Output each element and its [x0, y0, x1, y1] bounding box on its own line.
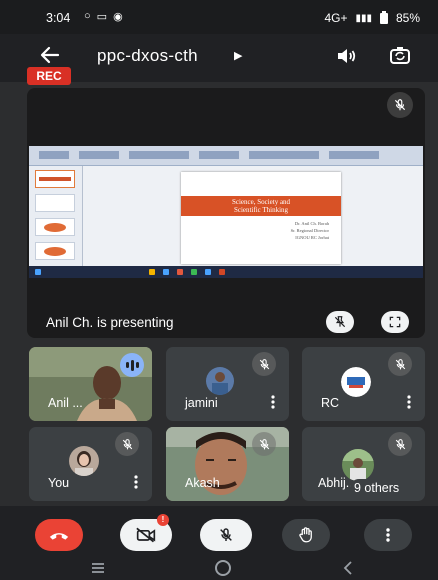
slide-thumbnails: [29, 166, 83, 266]
participant-name: RC: [321, 396, 340, 410]
more-vert-icon[interactable]: [406, 394, 412, 410]
slide-author-line: Sr. Regional Director: [290, 228, 329, 233]
raise-hand-button[interactable]: [282, 519, 330, 551]
participant-tile[interactable]: jamini: [166, 347, 289, 421]
mic-toggle-button[interactable]: [200, 519, 252, 551]
battery-icon: [379, 10, 388, 24]
slide-title-line: Science, Society and: [231, 198, 291, 206]
message-icon: ▭: [96, 11, 108, 23]
camera-off-icon: [136, 527, 156, 543]
end-call-button[interactable]: [35, 519, 83, 551]
status-time: 3:04: [46, 11, 71, 25]
notification-icons: ○ ▭ ◉: [84, 10, 123, 23]
mic-off-icon: [115, 432, 139, 456]
slide-thumbnail: [35, 242, 75, 260]
signal-icon: ▮▮▮: [355, 12, 372, 24]
mic-off-icon: [388, 432, 412, 456]
slide-title-band: Science, Society and Scientific Thinking: [181, 196, 341, 216]
avatar: [69, 446, 99, 476]
avatar: [341, 367, 371, 397]
slide-area: Science, Society and Scientific Thinking…: [83, 166, 423, 266]
rec-badge: REC: [27, 67, 71, 85]
chevron-right-icon[interactable]: ▶: [234, 49, 242, 62]
participant-tile[interactable]: Anil ...: [29, 347, 152, 421]
slide-author-line: IGNOU RC Jorhat: [295, 235, 329, 240]
participant-tile[interactable]: RC: [302, 347, 425, 421]
participant-tile-self[interactable]: You: [29, 427, 152, 501]
current-slide: Science, Society and Scientific Thinking…: [181, 172, 341, 264]
meeting-code[interactable]: ppc-dxos-cth: [97, 46, 198, 66]
switch-camera-icon[interactable]: [388, 44, 412, 68]
others-count[interactable]: 9 others: [350, 479, 422, 497]
mic-off-icon: [252, 432, 276, 456]
network-label: 4G+: [324, 11, 348, 25]
slide-thumbnail: [35, 170, 75, 188]
participant-tile-others[interactable]: Abhij... 9 others: [302, 427, 425, 501]
speaker-icon[interactable]: [334, 44, 358, 68]
more-vert-icon[interactable]: [133, 474, 139, 490]
slide-thumbnail: [35, 218, 75, 236]
raise-hand-icon: [299, 527, 312, 543]
participant-name: jamini: [185, 396, 218, 410]
system-nav-bar: [0, 556, 438, 580]
back-arrow-icon[interactable]: [38, 43, 62, 67]
avatar: [206, 367, 234, 395]
status-bar: 3:04 ○ ▭ ◉ 4G+ ▮▮▮ 85%: [0, 0, 438, 34]
fullscreen-icon: [389, 316, 401, 328]
end-call-icon: [49, 533, 69, 540]
slide-thumbnail: [35, 194, 75, 212]
speaking-indicator: [120, 353, 144, 377]
participant-name: Akash: [185, 476, 220, 490]
mic-off-icon: [388, 352, 412, 376]
pin-off-icon: [334, 316, 346, 328]
more-options-button[interactable]: [364, 519, 412, 551]
participant-tile[interactable]: Akash: [166, 427, 289, 501]
slide-author: Dr. Anil Ch. Borah Sr. Regional Director…: [291, 220, 329, 241]
status-right: 4G+ ▮▮▮ 85%: [324, 10, 420, 25]
participant-name: You: [48, 476, 70, 490]
chrome-icon: ◉: [113, 11, 123, 23]
nav-back-icon[interactable]: [340, 560, 356, 576]
app-ribbon: [29, 146, 423, 166]
more-vert-icon[interactable]: [270, 394, 276, 410]
mic-off-icon: [252, 352, 276, 376]
call-controls: !: [0, 506, 438, 556]
fullscreen-button[interactable]: [381, 311, 409, 333]
presentation-tile[interactable]: Science, Society and Scientific Thinking…: [27, 88, 425, 338]
home-icon[interactable]: [215, 560, 231, 576]
slide-title-line: Scientific Thinking: [233, 206, 289, 214]
more-vert-icon: [386, 528, 390, 542]
shared-screen: Science, Society and Scientific Thinking…: [29, 146, 423, 278]
presenting-label: Anil Ch. is presenting: [46, 315, 174, 330]
battery-level: 85%: [395, 11, 420, 25]
camera-warning-badge: !: [157, 514, 169, 526]
pin-off-button[interactable]: [326, 311, 354, 333]
camera-toggle-button[interactable]: !: [120, 514, 172, 551]
recent-apps-icon[interactable]: [90, 562, 106, 574]
o-icon: ○: [84, 10, 91, 22]
participant-name: Anil ...: [48, 396, 83, 410]
slide-author-line: Dr. Anil Ch. Borah: [294, 221, 329, 226]
mic-off-icon: [387, 92, 413, 118]
mic-off-icon: [220, 528, 232, 541]
desktop-taskbar: [29, 266, 423, 278]
